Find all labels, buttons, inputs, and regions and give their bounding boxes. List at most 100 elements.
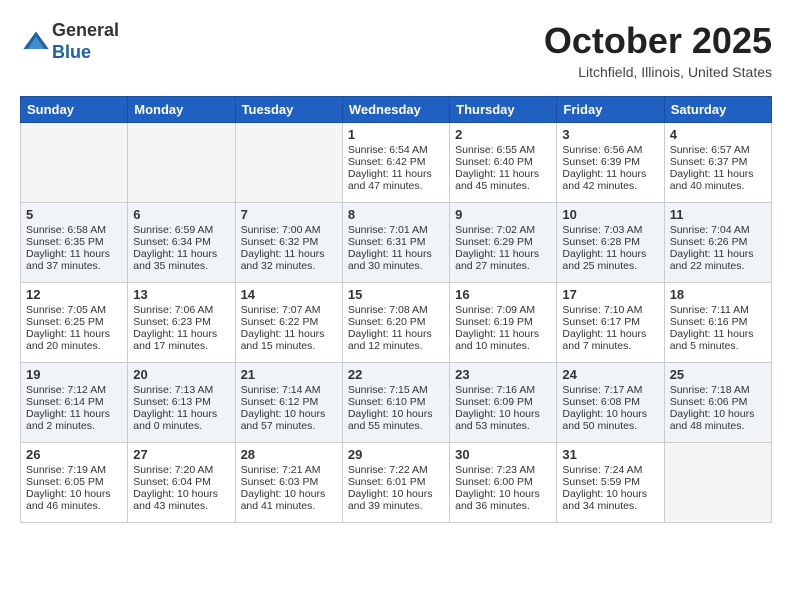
- calendar-cell: 2Sunrise: 6:55 AMSunset: 6:40 PMDaylight…: [450, 123, 557, 203]
- day-info: Sunrise: 7:05 AM: [26, 304, 122, 316]
- day-info: Sunrise: 6:58 AM: [26, 224, 122, 236]
- day-info: Sunset: 6:05 PM: [26, 476, 122, 488]
- day-info: Sunrise: 6:55 AM: [455, 144, 551, 156]
- day-info: and 36 minutes.: [455, 500, 551, 512]
- day-info: Sunrise: 7:22 AM: [348, 464, 444, 476]
- calendar-cell: 5Sunrise: 6:58 AMSunset: 6:35 PMDaylight…: [21, 203, 128, 283]
- calendar-cell: 23Sunrise: 7:16 AMSunset: 6:09 PMDayligh…: [450, 363, 557, 443]
- day-number: 20: [133, 367, 229, 382]
- day-info: Daylight: 11 hours: [670, 168, 766, 180]
- day-info: Sunset: 6:13 PM: [133, 396, 229, 408]
- day-info: Sunrise: 7:24 AM: [562, 464, 658, 476]
- day-number: 24: [562, 367, 658, 382]
- day-info: Daylight: 10 hours: [348, 408, 444, 420]
- day-number: 7: [241, 207, 337, 222]
- day-info: Sunset: 6:40 PM: [455, 156, 551, 168]
- day-info: Daylight: 10 hours: [241, 488, 337, 500]
- day-number: 19: [26, 367, 122, 382]
- calendar-cell: 30Sunrise: 7:23 AMSunset: 6:00 PMDayligh…: [450, 443, 557, 523]
- calendar-cell: 19Sunrise: 7:12 AMSunset: 6:14 PMDayligh…: [21, 363, 128, 443]
- day-info: Sunrise: 7:12 AM: [26, 384, 122, 396]
- day-number: 18: [670, 287, 766, 302]
- day-info: and 15 minutes.: [241, 340, 337, 352]
- calendar-cell: [128, 123, 235, 203]
- day-number: 6: [133, 207, 229, 222]
- day-info: Sunrise: 7:07 AM: [241, 304, 337, 316]
- calendar-cell: 27Sunrise: 7:20 AMSunset: 6:04 PMDayligh…: [128, 443, 235, 523]
- day-info: Sunrise: 7:11 AM: [670, 304, 766, 316]
- day-info: Sunset: 6:08 PM: [562, 396, 658, 408]
- day-info: Daylight: 10 hours: [455, 488, 551, 500]
- day-info: and 57 minutes.: [241, 420, 337, 432]
- page-header: General Blue October 2025 Litchfield, Il…: [20, 20, 772, 80]
- day-info: Sunrise: 7:15 AM: [348, 384, 444, 396]
- day-info: Daylight: 11 hours: [455, 248, 551, 260]
- day-info: Sunset: 6:28 PM: [562, 236, 658, 248]
- day-info: Sunset: 6:00 PM: [455, 476, 551, 488]
- day-number: 13: [133, 287, 229, 302]
- day-info: Sunset: 6:26 PM: [670, 236, 766, 248]
- day-info: Sunset: 6:03 PM: [241, 476, 337, 488]
- calendar-cell: 14Sunrise: 7:07 AMSunset: 6:22 PMDayligh…: [235, 283, 342, 363]
- day-info: Daylight: 11 hours: [348, 328, 444, 340]
- day-number: 22: [348, 367, 444, 382]
- day-info: Sunset: 6:31 PM: [348, 236, 444, 248]
- day-info: Sunset: 6:16 PM: [670, 316, 766, 328]
- calendar-cell: 24Sunrise: 7:17 AMSunset: 6:08 PMDayligh…: [557, 363, 664, 443]
- day-number: 16: [455, 287, 551, 302]
- day-info: and 22 minutes.: [670, 260, 766, 272]
- calendar-week-row: 5Sunrise: 6:58 AMSunset: 6:35 PMDaylight…: [21, 203, 772, 283]
- day-info: Sunrise: 7:02 AM: [455, 224, 551, 236]
- day-info: Sunrise: 7:20 AM: [133, 464, 229, 476]
- day-info: Sunset: 5:59 PM: [562, 476, 658, 488]
- day-info: Sunset: 6:20 PM: [348, 316, 444, 328]
- calendar-cell: 7Sunrise: 7:00 AMSunset: 6:32 PMDaylight…: [235, 203, 342, 283]
- day-info: Sunrise: 6:59 AM: [133, 224, 229, 236]
- calendar-cell: 6Sunrise: 6:59 AMSunset: 6:34 PMDaylight…: [128, 203, 235, 283]
- calendar-cell: 26Sunrise: 7:19 AMSunset: 6:05 PMDayligh…: [21, 443, 128, 523]
- month-title: October 2025: [544, 20, 772, 62]
- day-info: Sunset: 6:10 PM: [348, 396, 444, 408]
- day-info: and 2 minutes.: [26, 420, 122, 432]
- day-info: Sunrise: 7:03 AM: [562, 224, 658, 236]
- day-info: Sunset: 6:17 PM: [562, 316, 658, 328]
- day-number: 28: [241, 447, 337, 462]
- day-info: and 20 minutes.: [26, 340, 122, 352]
- day-info: Sunset: 6:06 PM: [670, 396, 766, 408]
- day-info: and 35 minutes.: [133, 260, 229, 272]
- day-info: Sunrise: 7:10 AM: [562, 304, 658, 316]
- calendar-cell: 11Sunrise: 7:04 AMSunset: 6:26 PMDayligh…: [664, 203, 771, 283]
- day-info: and 45 minutes.: [455, 180, 551, 192]
- day-info: Daylight: 11 hours: [26, 328, 122, 340]
- day-info: Sunset: 6:14 PM: [26, 396, 122, 408]
- day-info: and 7 minutes.: [562, 340, 658, 352]
- calendar-cell: 21Sunrise: 7:14 AMSunset: 6:12 PMDayligh…: [235, 363, 342, 443]
- calendar-cell: 4Sunrise: 6:57 AMSunset: 6:37 PMDaylight…: [664, 123, 771, 203]
- day-info: Sunrise: 7:09 AM: [455, 304, 551, 316]
- day-number: 30: [455, 447, 551, 462]
- title-block: October 2025 Litchfield, Illinois, Unite…: [544, 20, 772, 80]
- calendar-cell: 29Sunrise: 7:22 AMSunset: 6:01 PMDayligh…: [342, 443, 449, 523]
- calendar-cell: [235, 123, 342, 203]
- day-info: Sunset: 6:32 PM: [241, 236, 337, 248]
- day-info: Sunrise: 7:13 AM: [133, 384, 229, 396]
- day-info: and 42 minutes.: [562, 180, 658, 192]
- day-info: and 53 minutes.: [455, 420, 551, 432]
- day-number: 2: [455, 127, 551, 142]
- day-info: Sunrise: 7:18 AM: [670, 384, 766, 396]
- day-info: Sunset: 6:23 PM: [133, 316, 229, 328]
- day-info: Daylight: 10 hours: [241, 408, 337, 420]
- day-number: 12: [26, 287, 122, 302]
- day-info: Sunrise: 7:14 AM: [241, 384, 337, 396]
- calendar-cell: [21, 123, 128, 203]
- day-number: 27: [133, 447, 229, 462]
- logo-icon: [22, 28, 50, 56]
- day-info: Sunset: 6:04 PM: [133, 476, 229, 488]
- day-info: Daylight: 11 hours: [348, 248, 444, 260]
- calendar-cell: 13Sunrise: 7:06 AMSunset: 6:23 PMDayligh…: [128, 283, 235, 363]
- day-info: Sunrise: 7:21 AM: [241, 464, 337, 476]
- day-info: Sunrise: 7:04 AM: [670, 224, 766, 236]
- day-number: 26: [26, 447, 122, 462]
- day-info: Sunrise: 6:56 AM: [562, 144, 658, 156]
- day-info: Daylight: 11 hours: [562, 248, 658, 260]
